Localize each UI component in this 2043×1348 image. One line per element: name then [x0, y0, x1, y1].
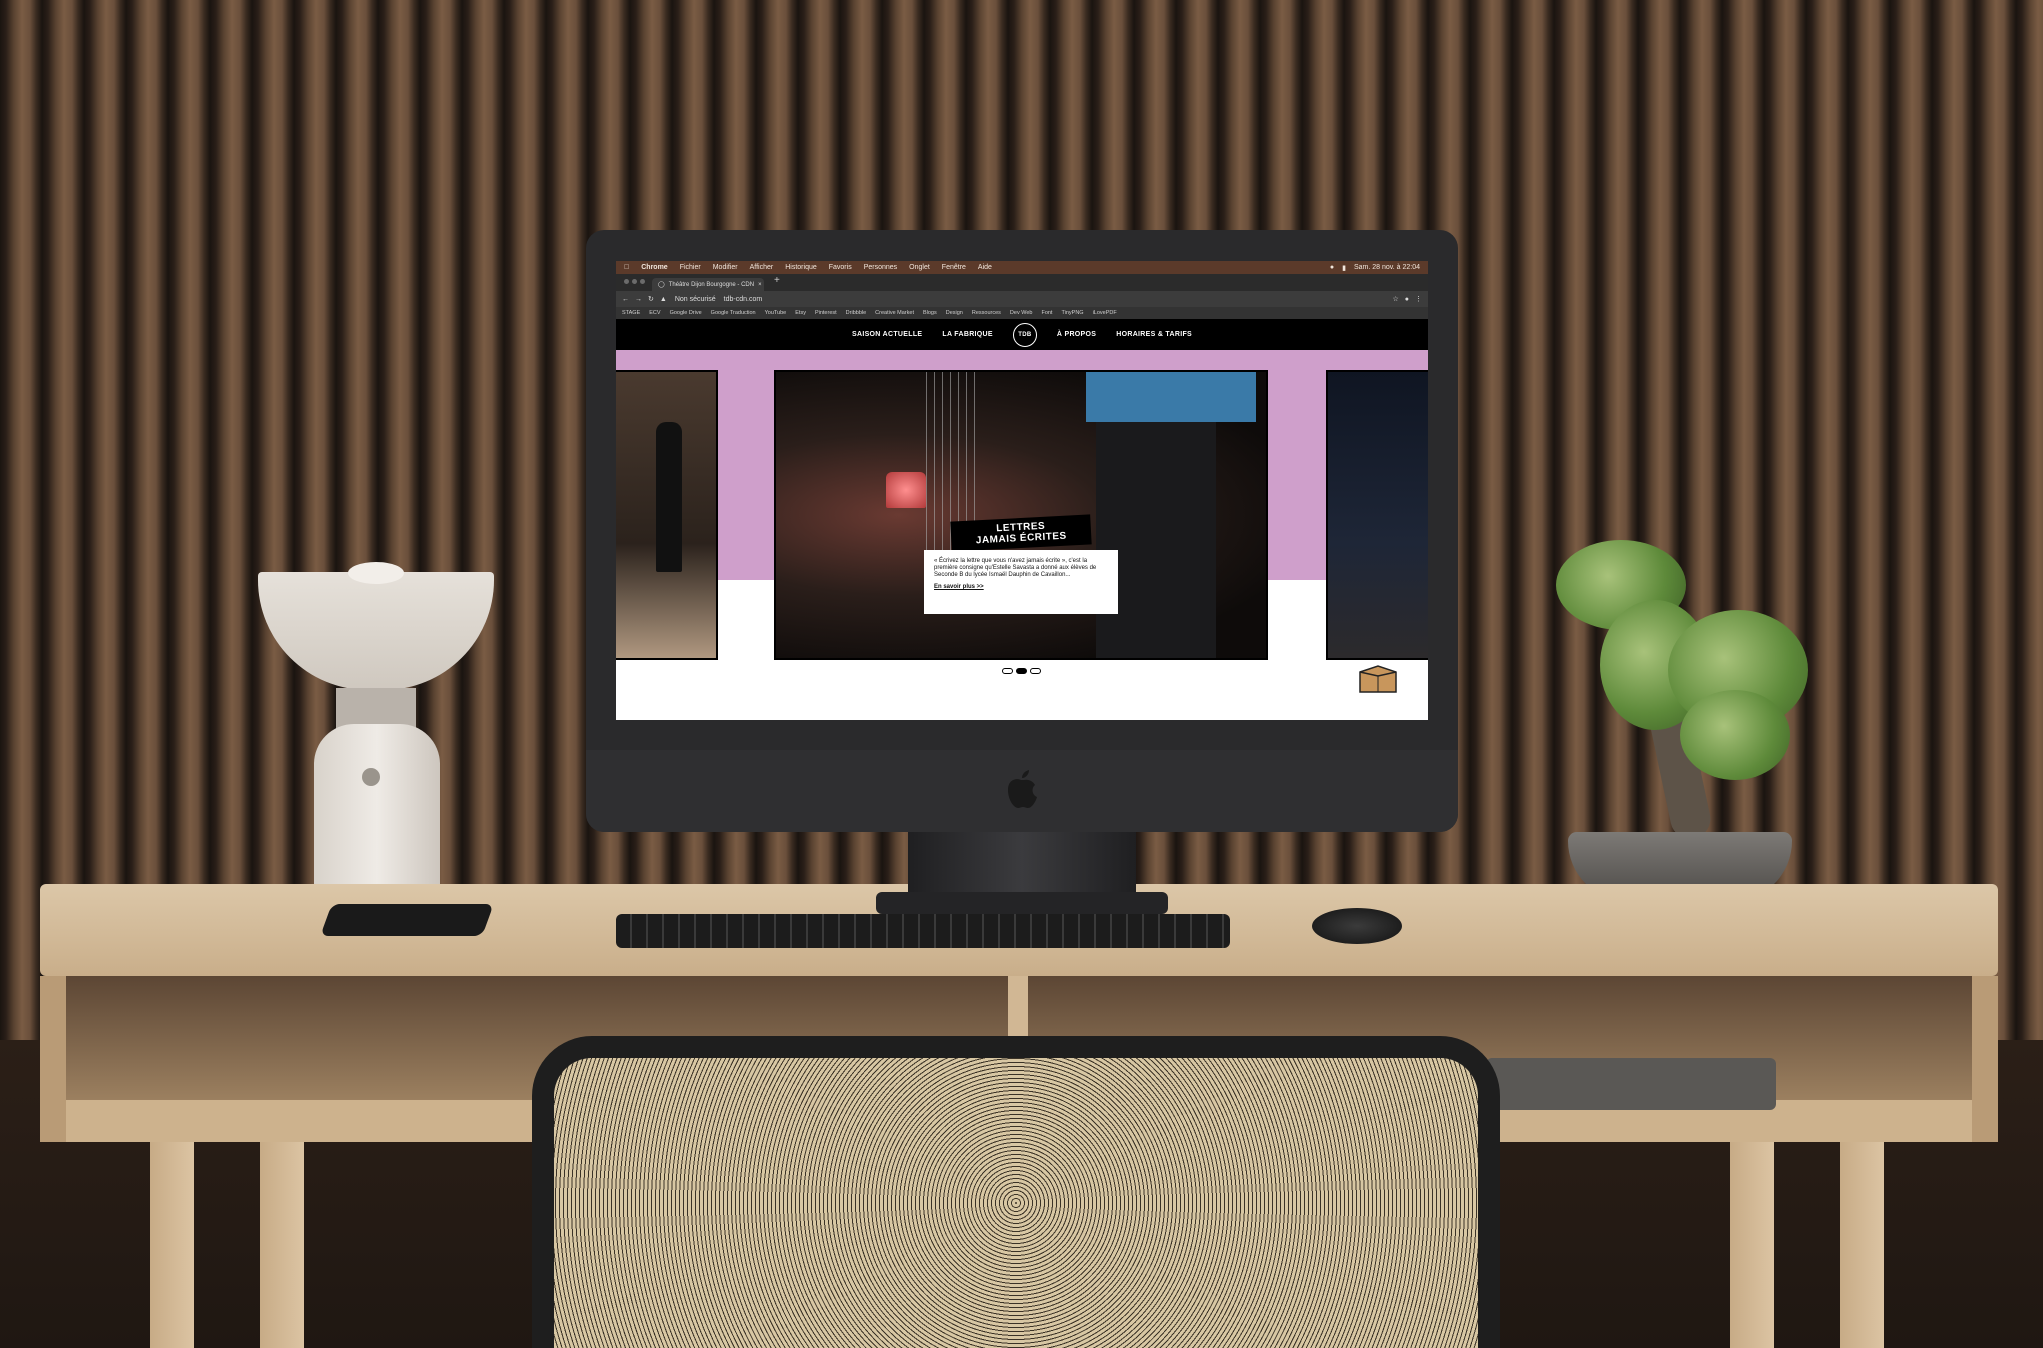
clock[interactable]: Sam. 28 nov. à 22:04 — [1354, 264, 1420, 272]
bonsai-foliage — [1680, 690, 1790, 780]
carousel-dot-3[interactable] — [1030, 668, 1041, 674]
slide-description: « Écrivez la lettre que vous n'avez jama… — [934, 558, 1097, 578]
mouse — [1312, 908, 1402, 944]
site-logo[interactable]: TDB — [1012, 322, 1037, 347]
slide-description-card: « Écrivez la lettre que vous n'avez jama… — [924, 550, 1118, 614]
close-tab-icon[interactable]: × — [758, 282, 762, 288]
desk-leg — [1840, 1142, 1884, 1348]
bookmark-star-icon[interactable]: ☆ — [1392, 295, 1398, 303]
menu-item[interactable]: Chrome — [641, 264, 667, 271]
menu-item[interactable]: Fichier — [680, 264, 701, 271]
menu-item[interactable]: Personnes — [864, 264, 897, 271]
bookmark-item[interactable]: Font — [1041, 310, 1052, 316]
bookmark-item[interactable]: STAGE — [622, 310, 640, 316]
bookmark-item[interactable]: Pinterest — [815, 310, 837, 316]
reload-icon[interactable]: ↻ — [648, 295, 654, 303]
performer-silhouette — [656, 422, 682, 572]
carousel-slide-next[interactable] — [1326, 370, 1428, 660]
bookmark-item[interactable]: TinyPNG — [1061, 310, 1083, 316]
hero-carousel: LETTRES JAMAIS ÉCRITES « Écrivez la lett… — [616, 350, 1428, 693]
desk-leg — [150, 1142, 194, 1348]
tab-title: Théâtre Dijon Bourgogne - CDN — [668, 281, 755, 288]
browser-tabbar: ◯ Théâtre Dijon Bourgogne - CDN × + — [616, 274, 1428, 291]
menu-item[interactable]: Aide — [978, 264, 992, 271]
back-icon[interactable]: ← — [622, 296, 629, 303]
url-field[interactable]: ▲ Non sécurisé tdb-cdn.com — [660, 296, 1387, 303]
menu-item[interactable]: Onglet — [909, 264, 930, 271]
menu-item[interactable]: Favoris — [829, 264, 852, 271]
desk-leg — [260, 1142, 304, 1348]
menu-item[interactable]: Afficher — [750, 264, 774, 271]
menu-item[interactable]: Modifier — [713, 264, 738, 271]
desk-lamp-base — [314, 724, 440, 896]
carousel-pagination — [1002, 668, 1041, 674]
wifi-icon[interactable]: ● — [1330, 264, 1334, 272]
bookmark-item[interactable]: iLovePDF — [1093, 310, 1117, 316]
url-text: tdb-cdn.com — [723, 295, 763, 303]
actor-sweater — [1086, 372, 1256, 422]
menu-item[interactable]: Historique — [785, 264, 817, 271]
bookmark-item[interactable]: Creative Market — [875, 310, 914, 316]
nav-la-fabrique[interactable]: LA FABRIQUE — [942, 331, 993, 338]
more-menu-icon[interactable]: ⋮ — [1415, 295, 1422, 303]
desk-lamp-knob — [362, 768, 380, 786]
os-menubar:  Chrome Fichier Modifier Afficher Histo… — [616, 261, 1428, 274]
desk-leg — [1730, 1142, 1774, 1348]
security-warning-icon: ▲ — [659, 295, 667, 303]
bookmark-item[interactable]: Blogs — [923, 310, 937, 316]
tablet — [1486, 1058, 1776, 1110]
smartphone — [320, 904, 494, 936]
bookmark-item[interactable]: Dev Web — [1010, 310, 1033, 316]
carousel-dot-2[interactable] — [1016, 668, 1027, 674]
browser-tab[interactable]: ◯ Théâtre Dijon Bourgogne - CDN × — [652, 278, 764, 291]
close-window-icon[interactable] — [624, 279, 629, 284]
window-controls — [624, 279, 645, 284]
keyboard — [616, 914, 1230, 948]
bookmark-item[interactable]: Design — [946, 310, 963, 316]
imac-stand-foot — [876, 892, 1168, 914]
box-icon[interactable] — [1358, 664, 1398, 694]
bookmarks-bar: STAGE ECV Google Drive Google Traduction… — [616, 307, 1428, 319]
more-link[interactable]: En savoir plus >> — [934, 584, 1108, 591]
desk-divider — [1008, 976, 1028, 1036]
minimize-window-icon[interactable] — [632, 279, 637, 284]
desk-lamp-bulb — [348, 562, 404, 584]
red-lamp — [886, 472, 926, 508]
carousel-slide-previous[interactable] — [616, 370, 718, 660]
nav-a-propos[interactable]: À PROPOS — [1057, 331, 1096, 338]
bookmark-item[interactable]: Etsy — [795, 310, 806, 316]
slide-title: LETTRES JAMAIS ÉCRITES — [950, 514, 1092, 552]
menu-item[interactable]: Fenêtre — [942, 264, 966, 271]
apple-menu-icon[interactable]:  — [624, 264, 629, 271]
battery-icon[interactable]: ▮ — [1342, 264, 1346, 272]
profile-avatar[interactable]: ● — [1405, 296, 1409, 303]
address-bar: ← → ↻ ▲ Non sécurisé tdb-cdn.com ☆ ● ⋮ — [616, 291, 1428, 307]
carousel-slide-current[interactable]: LETTRES JAMAIS ÉCRITES « Écrivez la lett… — [774, 370, 1268, 660]
nav-horaires-tarifs[interactable]: HORAIRES & TARIFS — [1116, 331, 1192, 338]
security-label: Non sécurisé — [674, 295, 716, 303]
bookmark-item[interactable]: Google Drive — [670, 310, 702, 316]
actor-legs — [1096, 422, 1216, 658]
bookmark-item[interactable]: ECV — [649, 310, 660, 316]
nav-saison-actuelle[interactable]: SAISON ACTUELLE — [852, 331, 922, 338]
bookmark-item[interactable]: Ressources — [972, 310, 1001, 316]
bookmark-item[interactable]: Google Traduction — [711, 310, 756, 316]
chair-back — [532, 1036, 1500, 1348]
bookmark-item[interactable]: Dribbble — [846, 310, 866, 316]
apple-logo-icon — [1008, 770, 1037, 808]
new-tab-button[interactable]: + — [774, 275, 780, 291]
favicon-icon: ◯ — [658, 282, 665, 288]
carousel-dot-1[interactable] — [1002, 668, 1013, 674]
maximize-window-icon[interactable] — [640, 279, 645, 284]
monitor-screen:  Chrome Fichier Modifier Afficher Histo… — [616, 261, 1428, 720]
forward-icon[interactable]: → — [635, 296, 642, 303]
site-nav: SAISON ACTUELLE LA FABRIQUE TDB À PROPOS… — [616, 319, 1428, 350]
bookmark-item[interactable]: YouTube — [765, 310, 787, 316]
